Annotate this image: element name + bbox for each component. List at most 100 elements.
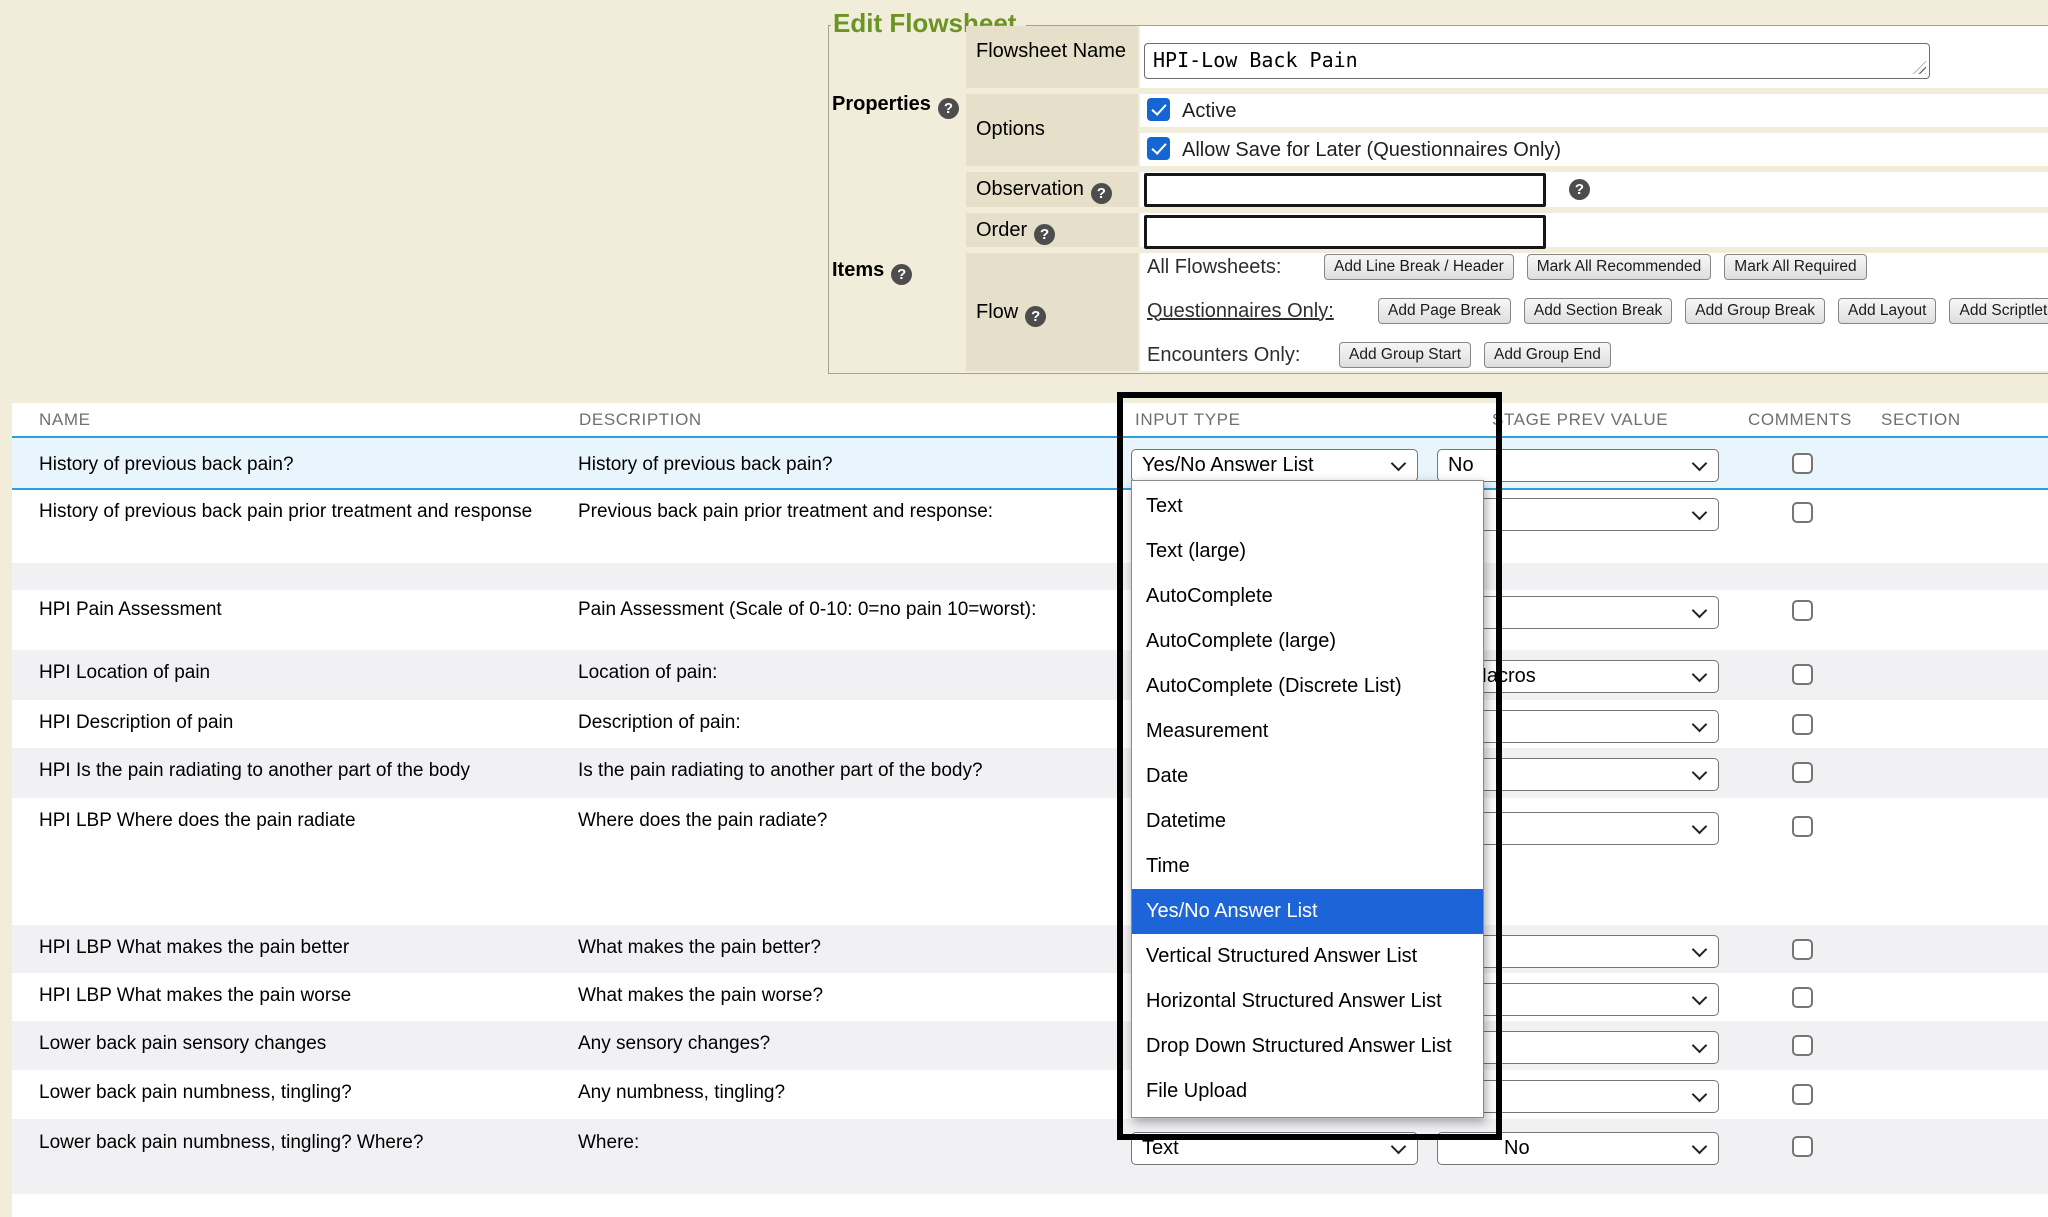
add-group-break-button[interactable]: Add Group Break — [1685, 298, 1825, 324]
dropdown-option-date[interactable]: Date — [1132, 754, 1483, 799]
row-description: What makes the pain worse? — [578, 984, 1048, 1008]
row-description: Previous back pain prior treatment and r… — [578, 500, 1048, 524]
order-input[interactable] — [1144, 215, 1546, 249]
stage-prev-select-value: No — [1448, 454, 1474, 477]
dropdown-option-autocomplete-large[interactable]: AutoComplete (large) — [1132, 619, 1483, 664]
add-scriptlet-button[interactable]: Add Scriptlet — [1949, 298, 2048, 324]
active-checkbox[interactable] — [1147, 98, 1170, 121]
stage-prev-value-select[interactable]: No — [1437, 1132, 1719, 1165]
row-name: HPI Is the pain radiating to another par… — [39, 759, 559, 783]
dropdown-option-drop-down-structured-answer-list[interactable]: Drop Down Structured Answer List — [1132, 1024, 1483, 1069]
add-group-start-button[interactable]: Add Group Start — [1339, 342, 1471, 368]
dropdown-option-horizontal-structured-answer-list[interactable]: Horizontal Structured Answer List — [1132, 979, 1483, 1024]
observation-input[interactable] — [1144, 173, 1546, 207]
row-name: History of previous back pain prior trea… — [39, 500, 559, 524]
flowsheet-name-label: Flowsheet Name — [976, 40, 1126, 63]
comments-checkbox[interactable] — [1792, 714, 1813, 735]
flow-label: Flow — [976, 301, 1046, 327]
row-description: What makes the pain better? — [578, 936, 1048, 960]
dropdown-option-autocomplete-discrete-list[interactable]: AutoComplete (Discrete List) — [1132, 664, 1483, 709]
stage-prev-value-select[interactable]: No — [1437, 449, 1719, 482]
table-row[interactable]: HPI Pain Assessment Pain Assessment (Scal… — [12, 590, 2048, 650]
dropdown-option-file-upload[interactable]: File Upload — [1132, 1069, 1483, 1114]
table-row[interactable]: Lower back pain sensory changesAny senso… — [12, 1021, 2048, 1070]
table-row[interactable]: History of previous back pain? History of… — [12, 436, 2048, 490]
table-row[interactable]: Lower back pain numbness, tingling?Any n… — [12, 1070, 2048, 1119]
row-description: Pain Assessment (Scale of 0-10: 0=no pai… — [578, 598, 1048, 622]
dropdown-option-measurement[interactable]: Measurement — [1132, 709, 1483, 754]
comments-checkbox[interactable] — [1792, 939, 1813, 960]
active-checkbox-label: Active — [1182, 100, 1236, 123]
table-row[interactable]: HPI Description of pain Description of pa… — [12, 700, 2048, 748]
table-row[interactable]: HPI LBP Where does the pain radiateWhere… — [12, 798, 2048, 925]
allow-save-checkbox-label: Allow Save for Later (Questionnaires Onl… — [1182, 139, 1561, 162]
dropdown-option-yes-no-answer-list[interactable]: Yes/No Answer List — [1132, 889, 1483, 934]
table-row[interactable]: Lower back pain numbness, tingling? Wher… — [12, 1119, 2048, 1194]
table-row[interactable]: History of previous back pain prior trea… — [12, 490, 2048, 563]
mark-all-recommended-button[interactable]: Mark All Recommended — [1527, 254, 1712, 280]
properties-section-label: Properties — [832, 93, 959, 119]
flow-line-label: Questionnaires Only: — [1147, 300, 1365, 323]
comments-checkbox[interactable] — [1792, 664, 1813, 685]
order-help-icon[interactable] — [1034, 224, 1055, 245]
row-name: HPI Description of pain — [39, 711, 559, 735]
flowsheet-name-label-cell: Flowsheet Name — [966, 26, 1138, 88]
comments-checkbox[interactable] — [1792, 1084, 1813, 1105]
dropdown-option-text[interactable]: Text — [1132, 484, 1483, 529]
add-section-break-button[interactable]: Add Section Break — [1524, 298, 1672, 324]
flow-help-icon[interactable] — [1025, 306, 1046, 327]
add-group-end-button[interactable]: Add Group End — [1484, 342, 1611, 368]
comments-checkbox[interactable] — [1792, 600, 1813, 621]
row-description: History of previous back pain? — [578, 453, 1048, 477]
flow-line-questionnaires-only: Questionnaires Only: Add Page Break Add Se… — [1147, 298, 2048, 324]
options-label-cell: Options — [966, 94, 1138, 166]
allow-save-checkbox[interactable] — [1147, 137, 1170, 160]
comments-checkbox[interactable] — [1792, 502, 1813, 523]
dropdown-option-datetime[interactable]: Datetime — [1132, 799, 1483, 844]
row-name: HPI LBP What makes the pain better — [39, 936, 559, 960]
add-layout-button[interactable]: Add Layout — [1838, 298, 1936, 324]
row-name: History of previous back pain? — [39, 453, 559, 477]
comments-checkbox[interactable] — [1792, 453, 1813, 474]
row-description: Any numbness, tingling? — [578, 1081, 1048, 1105]
flow-line-label: All Flowsheets: — [1147, 256, 1311, 279]
dropdown-option-text-large[interactable]: Text (large) — [1132, 529, 1483, 574]
add-line-break-header-button[interactable]: Add Line Break / Header — [1324, 254, 1514, 280]
options-label: Options — [976, 118, 1045, 141]
comments-checkbox[interactable] — [1792, 1136, 1813, 1157]
dropdown-option-vertical-structured-answer-list[interactable]: Vertical Structured Answer List — [1132, 934, 1483, 979]
table-row[interactable]: HPI Location of painLocation of pain:to … — [12, 650, 2048, 700]
flow-line-label: Encounters Only: — [1147, 344, 1326, 367]
flowsheet-name-textarea[interactable]: HPI-Low Back Pain — [1144, 43, 1930, 79]
input-type-select[interactable]: Yes/No Answer List — [1131, 449, 1418, 482]
table-row[interactable]: HPI Is the pain radiating to another par… — [12, 748, 2048, 798]
mark-all-required-button[interactable]: Mark All Required — [1724, 254, 1866, 280]
input-type-select[interactable]: Text — [1131, 1132, 1418, 1165]
row-name: Lower back pain numbness, tingling? Wher… — [39, 1131, 559, 1155]
row-name: HPI LBP Where does the pain radiate — [39, 809, 559, 833]
column-header-name: NAME — [39, 410, 91, 430]
items-help-icon[interactable] — [891, 264, 912, 285]
observation-help-icon[interactable] — [1091, 183, 1112, 204]
items-table-header: NAMEDESCRIPTIONINPUT TYPESTAGE PREV VALU… — [0, 410, 2048, 432]
column-header-section: SECTION — [1881, 410, 1961, 430]
comments-checkbox[interactable] — [1792, 816, 1813, 837]
table-row[interactable]: HPI LBP What makes the pain worseWhat ma… — [12, 973, 2048, 1021]
row-name: HPI Pain Assessment — [39, 598, 559, 622]
row-description: Any sensory changes? — [578, 1032, 1048, 1056]
edit-flowsheet-screen: NAMEDESCRIPTIONINPUT TYPESTAGE PREV VALU… — [0, 0, 2048, 1217]
comments-checkbox[interactable] — [1792, 987, 1813, 1008]
row-description: Description of pain: — [578, 711, 1048, 735]
observation-field-help-icon[interactable] — [1569, 179, 1590, 200]
column-header-comments: COMMENTS — [1748, 410, 1852, 430]
dropdown-option-time[interactable]: Time — [1132, 844, 1483, 889]
properties-help-icon[interactable] — [938, 98, 959, 119]
flow-line-all-flowsheets: All Flowsheets: Add Line Break / Header Ma… — [1147, 254, 1867, 280]
dropdown-option-autocomplete[interactable]: AutoComplete — [1132, 574, 1483, 619]
add-page-break-button[interactable]: Add Page Break — [1378, 298, 1511, 324]
comments-checkbox[interactable] — [1792, 1035, 1813, 1056]
observation-label: Observation — [976, 178, 1112, 204]
column-header-description: DESCRIPTION — [579, 410, 702, 430]
table-row[interactable]: HPI LBP What makes the pain better What m… — [12, 925, 2048, 973]
comments-checkbox[interactable] — [1792, 762, 1813, 783]
